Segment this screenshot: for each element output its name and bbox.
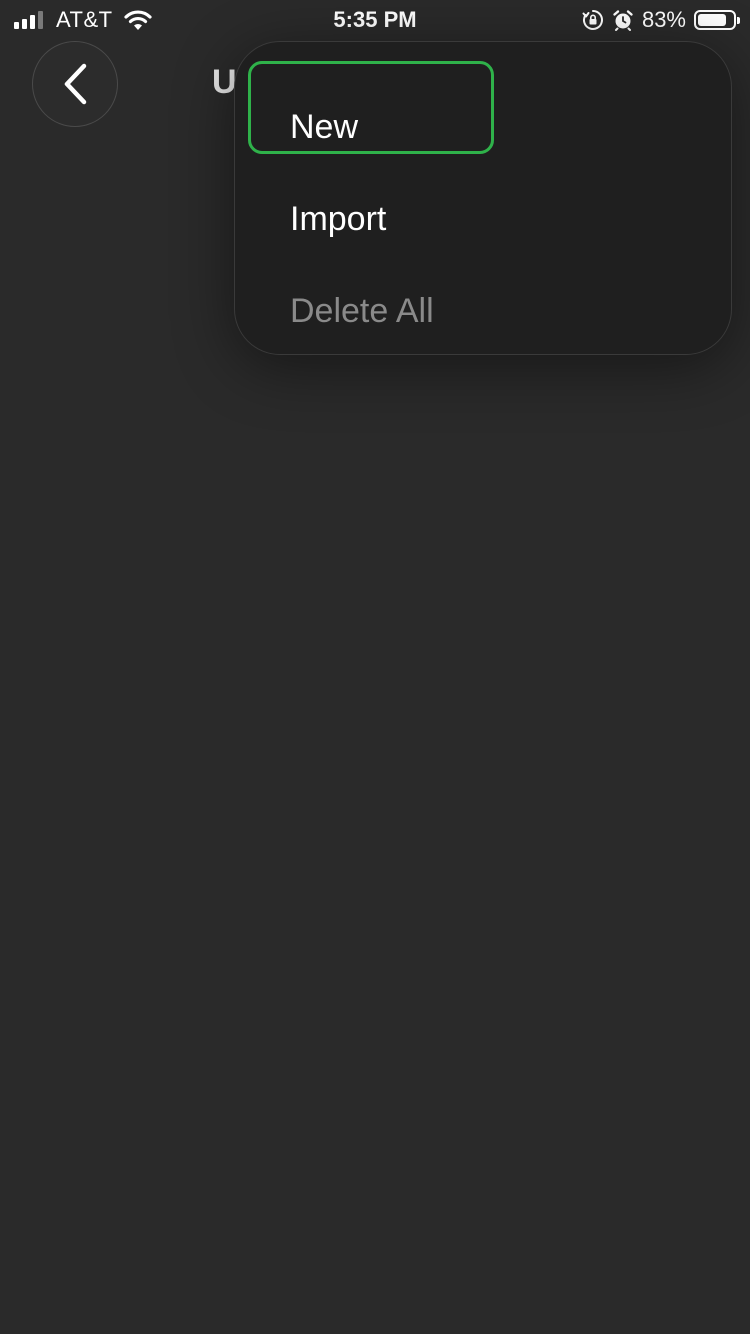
status-bar-right: 83% xyxy=(582,6,740,34)
focus-ring xyxy=(248,61,494,154)
back-button[interactable] xyxy=(32,41,118,127)
status-bar: AT&T 5:35 PM 83% xyxy=(0,0,750,40)
alarm-icon xyxy=(613,10,633,31)
battery-nub xyxy=(737,17,740,24)
battery-icon xyxy=(694,10,740,30)
menu-item-import[interactable]: Import xyxy=(290,199,386,239)
menu-item-delete-all: Delete All xyxy=(290,292,434,330)
battery-percent: 83% xyxy=(641,7,686,32)
battery-fill xyxy=(698,14,726,26)
orientation-lock-icon xyxy=(582,10,603,30)
chevron-left-icon xyxy=(64,63,87,105)
